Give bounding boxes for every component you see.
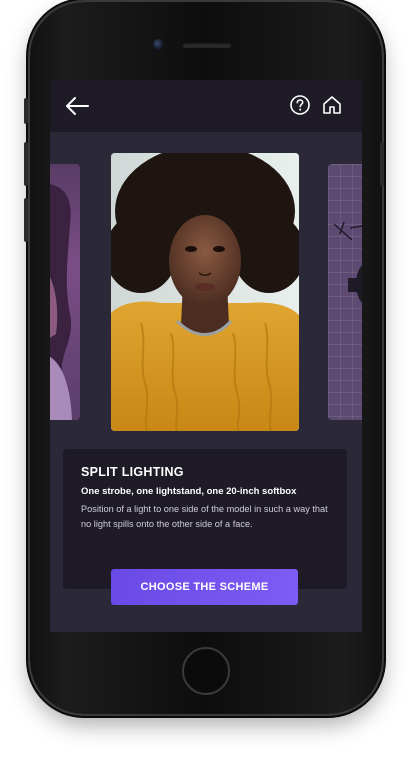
previous-scheme-card[interactable] xyxy=(50,164,80,420)
home-nav-button[interactable] xyxy=(321,94,343,116)
scheme-equipment: One strobe, one lightstand, one 20-inch … xyxy=(81,486,297,497)
portrait-thumbnail xyxy=(50,184,72,420)
back-button[interactable] xyxy=(64,94,90,118)
volume-down-button xyxy=(24,198,28,242)
help-button[interactable] xyxy=(289,94,311,116)
scheme-info-panel: SPLIT LIGHTING One strobe, one lightstan… xyxy=(63,449,347,589)
next-scheme-card[interactable] xyxy=(328,164,362,420)
earpiece-speaker xyxy=(182,42,232,48)
app-header xyxy=(50,80,362,132)
front-camera xyxy=(153,39,164,50)
power-button xyxy=(380,142,384,186)
mute-switch xyxy=(24,98,28,124)
model-portrait xyxy=(111,153,299,431)
app-screen: SPLIT LIGHTING One strobe, one lightstan… xyxy=(50,80,362,632)
scheme-title: SPLIT LIGHTING xyxy=(81,465,184,479)
scheme-image-card[interactable] xyxy=(111,153,299,431)
home-icon xyxy=(323,96,341,114)
lighting-diagram-thumbnail xyxy=(333,221,362,304)
arrow-left-icon xyxy=(66,97,89,115)
home-button xyxy=(182,647,230,695)
volume-up-button xyxy=(24,142,28,186)
choose-scheme-button[interactable]: CHOOSE THE SCHEME xyxy=(111,569,298,605)
question-circle-icon xyxy=(290,95,310,115)
scheme-description: Position of a light to one side of the m… xyxy=(81,504,328,529)
